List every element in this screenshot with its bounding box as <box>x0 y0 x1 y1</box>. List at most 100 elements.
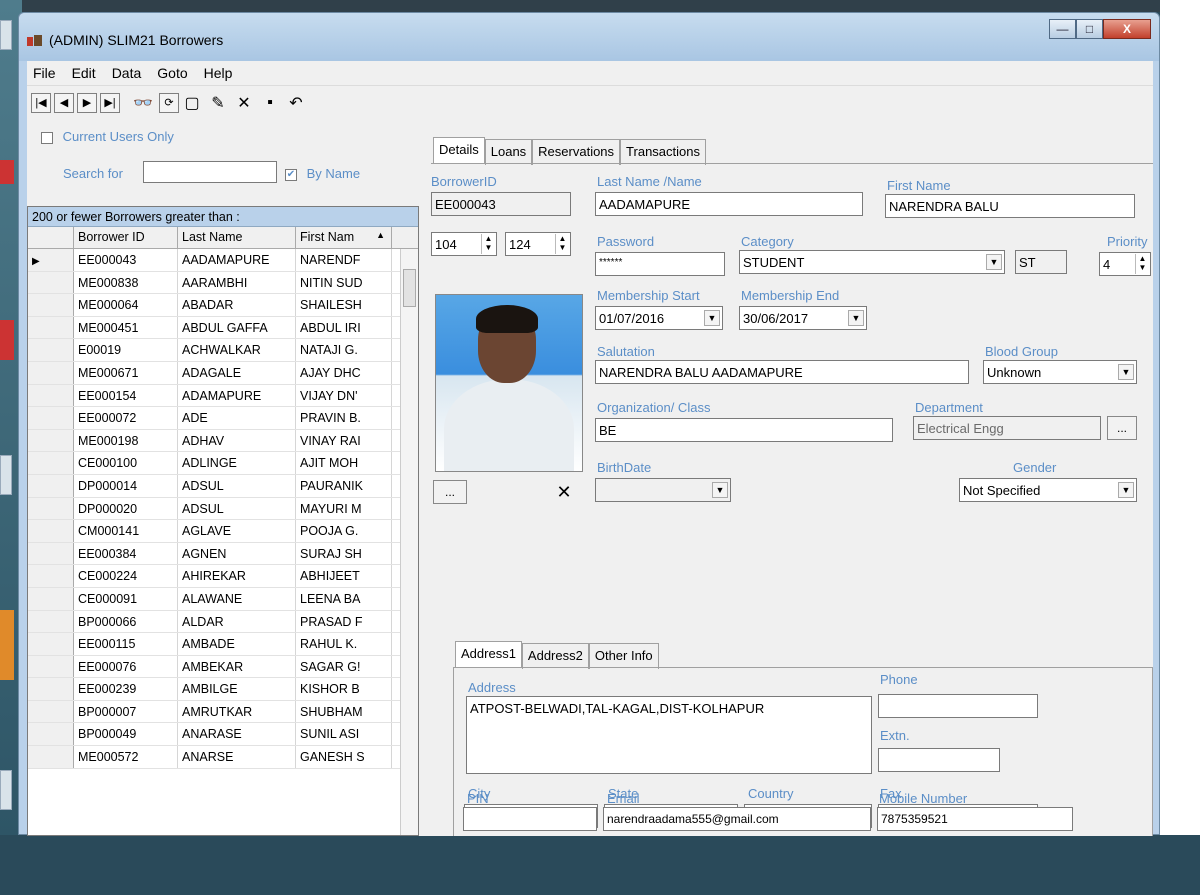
cell-last-name[interactable]: AMBILGE <box>178 678 296 700</box>
cell-borrower-id[interactable]: EE000115 <box>74 633 178 655</box>
row-selector[interactable] <box>28 542 74 565</box>
row-selector[interactable] <box>28 610 74 633</box>
cell-first-name[interactable]: SHAILESH <box>296 294 392 316</box>
cell-borrower-id[interactable]: EE000384 <box>74 542 178 565</box>
cell-last-name[interactable]: ABADAR <box>178 294 296 316</box>
table-row[interactable]: EE000072 ADE PRAVIN B. <box>28 407 418 430</box>
refresh-button[interactable]: ⟳ <box>159 92 179 113</box>
table-row[interactable]: ME000572 ANARSE GANESH S <box>28 746 418 769</box>
cell-first-name[interactable]: SUNIL ASI <box>296 723 392 746</box>
cell-first-name[interactable]: PRAVIN B. <box>296 407 392 429</box>
tab-loans[interactable]: Loans <box>484 139 533 165</box>
row-selector[interactable] <box>28 294 74 316</box>
pin-field[interactable] <box>463 807 597 831</box>
cell-last-name[interactable]: AMRUTKAR <box>178 700 296 723</box>
tab-details[interactable]: Details <box>433 137 485 163</box>
menu-help[interactable]: Help <box>202 63 235 83</box>
cell-last-name[interactable]: ADSUL <box>178 474 296 497</box>
tab-address1[interactable]: Address1 <box>455 641 522 667</box>
cell-last-name[interactable]: ADAGALE <box>178 361 296 384</box>
delete-icon[interactable]: ✕ <box>234 93 254 113</box>
cell-last-name[interactable]: AGNEN <box>178 542 296 565</box>
table-row[interactable]: EE000115 AMBADE RAHUL K. <box>28 633 418 656</box>
tab-transactions[interactable]: Transactions <box>620 139 706 165</box>
table-row[interactable]: BP000007 AMRUTKAR SHUBHAM <box>28 700 418 724</box>
salutation-field[interactable]: NARENDRA BALU AADAMAPURE <box>595 360 969 384</box>
table-row[interactable]: CE000091 ALAWANE LEENA BA <box>28 587 418 611</box>
cell-last-name[interactable]: ANARSE <box>178 746 296 768</box>
row-selector[interactable] <box>28 384 74 407</box>
row-selector[interactable] <box>28 361 74 384</box>
row-selector[interactable] <box>28 474 74 497</box>
row-selector[interactable] <box>28 587 74 610</box>
row-selector[interactable]: ▶ <box>28 249 74 271</box>
table-row[interactable]: BP000049 ANARASE SUNIL ASI <box>28 723 418 747</box>
cell-borrower-id[interactable]: E00019 <box>74 339 178 361</box>
chevron-down-icon[interactable]: ▼ <box>712 482 728 498</box>
department-browse-button[interactable]: ... <box>1107 416 1137 440</box>
photo-clear-icon[interactable]: ✕ <box>549 480 579 504</box>
table-row[interactable]: ▶ EE000043 AADAMAPURE NARENDF <box>28 249 418 272</box>
cell-borrower-id[interactable]: CM000141 <box>74 520 178 542</box>
column-header-first-name[interactable]: First Nam ▲ <box>296 227 392 248</box>
row-selector[interactable] <box>28 520 74 542</box>
by-name-filter[interactable]: ✔ By Name <box>285 166 360 181</box>
table-row[interactable]: EE000384 AGNEN SURAJ SH <box>28 542 418 566</box>
minimize-button[interactable]: — <box>1049 19 1076 39</box>
cell-first-name[interactable]: LEENA BA <box>296 587 392 610</box>
maximize-button[interactable]: □ <box>1076 19 1103 39</box>
cell-last-name[interactable]: AMBEKAR <box>178 655 296 678</box>
cell-first-name[interactable]: GANESH S <box>296 746 392 768</box>
table-row[interactable]: CE000100 ADLINGE AJIT MOH <box>28 452 418 475</box>
cell-first-name[interactable]: SURAJ SH <box>296 542 392 565</box>
password-field[interactable]: ****** <box>595 252 725 276</box>
cell-borrower-id[interactable]: ME000064 <box>74 294 178 316</box>
category-dropdown[interactable]: STUDENT ▼ <box>739 250 1005 274</box>
cell-last-name[interactable]: ADE <box>178 407 296 429</box>
table-row[interactable]: BP000066 ALDAR PRASAD F <box>28 610 418 634</box>
undo-icon[interactable]: ↶ <box>286 93 306 113</box>
row-selector[interactable] <box>28 339 74 361</box>
table-row[interactable]: ME000671 ADAGALE AJAY DHC <box>28 361 418 385</box>
cell-last-name[interactable]: ACHWALKAR <box>178 339 296 361</box>
table-row[interactable]: ME000838 AARAMBHI NITIN SUD <box>28 271 418 295</box>
save-icon[interactable]: ▪ <box>260 93 280 113</box>
row-selector[interactable] <box>28 271 74 294</box>
cell-first-name[interactable]: ABDUL IRI <box>296 316 392 339</box>
cell-last-name[interactable]: AADAMAPURE <box>178 249 296 271</box>
row-selector[interactable] <box>28 452 74 474</box>
cell-last-name[interactable]: ANARASE <box>178 723 296 746</box>
cell-borrower-id[interactable]: CE000224 <box>74 565 178 587</box>
scrollbar-thumb[interactable] <box>403 269 416 307</box>
table-row[interactable]: ME000198 ADHAV VINAY RAI <box>28 429 418 453</box>
cell-first-name[interactable]: NITIN SUD <box>296 271 392 294</box>
desktop-icon[interactable] <box>0 320 14 360</box>
row-selector[interactable] <box>28 746 74 768</box>
cell-borrower-id[interactable]: ME000451 <box>74 316 178 339</box>
organization-field[interactable]: BE <box>595 418 893 442</box>
cell-borrower-id[interactable]: CE000100 <box>74 452 178 474</box>
cell-borrower-id[interactable]: ME000671 <box>74 361 178 384</box>
table-row[interactable]: DP000020 ADSUL MAYURI M <box>28 497 418 521</box>
department-field[interactable]: Electrical Engg <box>913 416 1101 440</box>
cell-first-name[interactable]: AJIT MOH <box>296 452 392 474</box>
cell-last-name[interactable]: ADLINGE <box>178 452 296 474</box>
borrower-id-field[interactable]: EE000043 <box>431 192 571 216</box>
cell-last-name[interactable]: ADAMAPURE <box>178 384 296 407</box>
chevron-down-icon[interactable]: ▼ <box>704 310 720 326</box>
desktop-icon[interactable] <box>0 455 12 495</box>
tab-other-info[interactable]: Other Info <box>588 643 659 669</box>
row-selector[interactable] <box>28 407 74 429</box>
membership-end-date[interactable]: 30/06/2017 ▼ <box>739 306 867 330</box>
photo-browse-button[interactable]: ... <box>433 480 467 504</box>
cell-borrower-id[interactable]: BP000049 <box>74 723 178 746</box>
chevron-down-icon[interactable]: ▼ <box>848 310 864 326</box>
cell-borrower-id[interactable]: DP000014 <box>74 474 178 497</box>
menu-goto[interactable]: Goto <box>155 63 189 83</box>
extn-field[interactable] <box>878 748 1000 772</box>
spin-field-1[interactable]: 104 ▲ ▼ <box>431 232 497 256</box>
cell-first-name[interactable]: PAURANIK <box>296 474 392 497</box>
spin-arrows-icon[interactable]: ▲ ▼ <box>555 234 569 254</box>
row-selector[interactable] <box>28 316 74 339</box>
table-row[interactable]: ME000451 ABDUL GAFFA ABDUL IRI <box>28 316 418 340</box>
